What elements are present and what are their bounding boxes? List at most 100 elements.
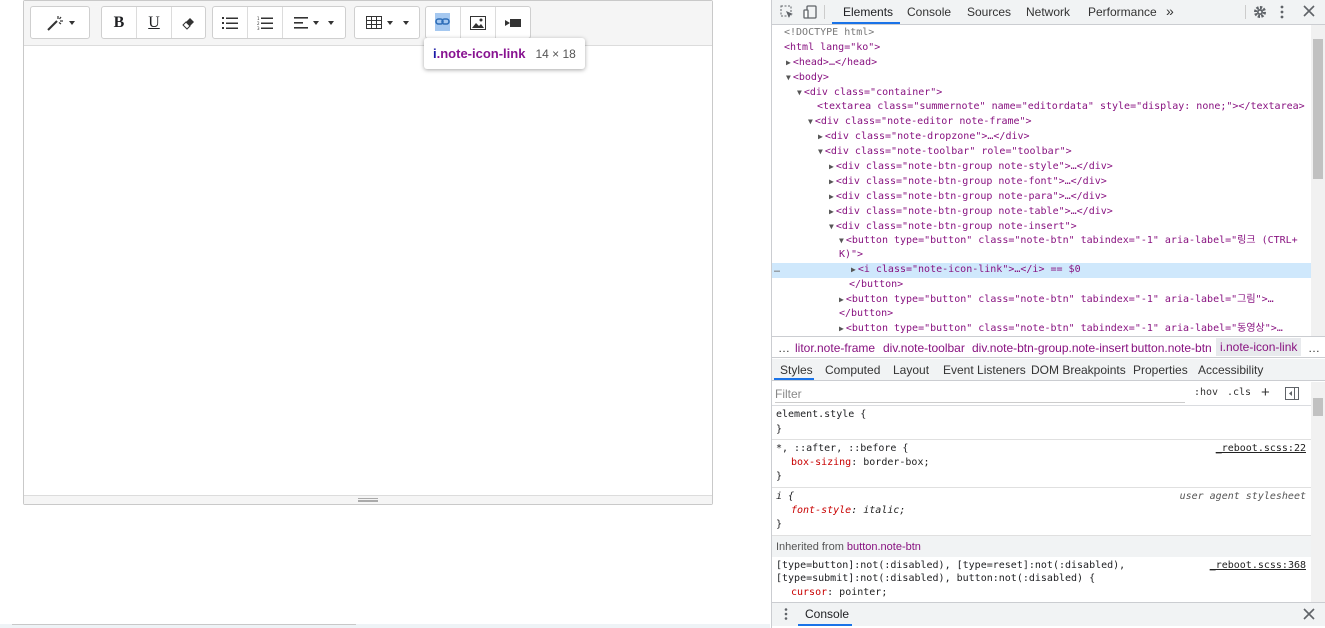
editable-area[interactable] [24, 46, 712, 496]
rule-selector[interactable]: element.style { [776, 408, 866, 422]
drawer-menu-icon[interactable] [784, 608, 788, 622]
inspect-element-icon[interactable] [780, 5, 794, 21]
expand-triangle-icon[interactable]: ▶ [851, 265, 856, 274]
scrollbar-thumb[interactable] [1313, 39, 1323, 179]
dom-node[interactable]: ▼ <div class="container"> [772, 86, 1312, 101]
style-declaration[interactable]: font-style: italic; [791, 504, 905, 518]
dom-node[interactable]: ▶ <head>…</head> [772, 56, 1312, 71]
dom-node[interactable]: <html lang="ko"> [772, 41, 1312, 56]
toggle-sidebar-icon[interactable] [1285, 387, 1299, 402]
more-tabs-button[interactable]: » [1166, 3, 1174, 19]
collapse-triangle-icon[interactable]: ▼ [818, 147, 823, 156]
unordered-list-button[interactable] [213, 7, 248, 38]
dom-node[interactable]: ▶ <div class="note-btn-group note-para">…… [772, 190, 1312, 205]
new-style-rule-button[interactable]: + [1261, 384, 1270, 401]
style-declaration[interactable]: cursor: pointer; [791, 586, 887, 600]
dom-node[interactable]: ▼ <body> [772, 71, 1312, 86]
clear-format-button[interactable] [172, 7, 205, 38]
devtools-tabbar: Elements Console Sources Network Perform… [772, 0, 1325, 25]
close-icon[interactable] [1303, 608, 1315, 622]
dom-node[interactable]: ▶ <div class="note-btn-group note-style">… [772, 160, 1312, 175]
expand-triangle-icon[interactable]: ▶ [829, 162, 834, 171]
dom-node[interactable]: <!DOCTYPE html> [772, 26, 1312, 41]
styles-scrollbar[interactable] [1311, 382, 1325, 602]
rule-selector-cont[interactable]: [type=submit]:not(:disabled), button:not… [776, 572, 1095, 586]
rule-selector[interactable]: *, ::after, ::before { [776, 442, 908, 456]
collapse-triangle-icon[interactable]: ▼ [829, 222, 834, 231]
class-toggle[interactable]: .cls [1227, 387, 1251, 398]
collapse-triangle-icon[interactable]: ▼ [839, 236, 844, 245]
dom-node[interactable]: ▼ <button type="button" class="note-btn" … [772, 234, 1312, 249]
breadcrumb-item[interactable]: div.note-toolbar [883, 341, 965, 355]
breadcrumb-overflow-left[interactable]: … [778, 341, 790, 355]
video-button[interactable] [496, 7, 530, 38]
settings-gear-icon[interactable] [1253, 5, 1267, 21]
tab-styles[interactable]: Styles [780, 363, 813, 377]
breadcrumb-item-active[interactable]: i.note-icon-link [1216, 338, 1302, 356]
kebab-menu-icon[interactable] [1279, 5, 1285, 21]
tab-dom-breakpoints[interactable]: DOM Breakpoints [1031, 363, 1126, 377]
underline-button[interactable]: U [137, 7, 172, 38]
tab-network[interactable]: Network [1026, 5, 1070, 19]
dom-node[interactable]: ▼ <div class="note-editor note-frame"> [772, 115, 1312, 130]
expand-triangle-icon[interactable]: ▶ [829, 192, 834, 201]
dom-node[interactable]: ▶ <div class="note-dropzone">…</div> [772, 130, 1312, 145]
rule-source-link[interactable]: _reboot.scss:22 [1216, 442, 1306, 456]
node-actions-ellipsis[interactable]: … [774, 263, 851, 278]
dom-scrollbar[interactable] [1311, 25, 1325, 336]
expand-triangle-icon[interactable]: ▶ [839, 324, 844, 333]
dom-node-selected[interactable]: … ▶ <i class="note-icon-link">…</i> == $0 [772, 263, 1312, 278]
breadcrumb-overflow-right[interactable]: … [1308, 341, 1320, 355]
dom-node[interactable]: ▶ <div class="note-btn-group note-table">… [772, 205, 1312, 220]
expand-triangle-icon[interactable]: ▶ [839, 295, 844, 304]
close-icon[interactable] [1303, 5, 1315, 19]
rule-selector[interactable]: i { [776, 490, 794, 504]
inherited-from-link[interactable]: button.note-btn [847, 541, 921, 553]
expand-triangle-icon[interactable]: ▶ [786, 58, 791, 67]
collapse-triangle-icon[interactable]: ▼ [786, 73, 791, 82]
breadcrumb-item[interactable]: button.note-btn [1131, 341, 1212, 355]
breadcrumb-item[interactable]: div.note-btn-group.note-insert [972, 341, 1129, 355]
ordered-list-button[interactable]: 1 2 3 [248, 7, 283, 38]
tab-event-listeners[interactable]: Event Listeners [943, 363, 1026, 377]
dom-node[interactable]: </button> [772, 307, 1312, 322]
rule-selector[interactable]: [type=button]:not(:disabled), [type=rese… [776, 559, 1125, 573]
tab-layout[interactable]: Layout [893, 363, 929, 377]
tab-sources[interactable]: Sources [967, 5, 1011, 19]
style-dropdown-button[interactable] [31, 7, 89, 38]
dom-node[interactable]: K)"> [772, 248, 1312, 263]
device-toolbar-icon[interactable] [803, 5, 817, 21]
rule-source-link[interactable]: _reboot.scss:368 [1210, 559, 1306, 573]
tab-properties[interactable]: Properties [1133, 363, 1188, 377]
bold-button[interactable]: B [102, 7, 137, 38]
drawer-tab-console[interactable]: Console [805, 607, 849, 621]
tab-computed[interactable]: Computed [825, 363, 880, 377]
styles-filter-input[interactable] [775, 385, 1185, 403]
tab-elements[interactable]: Elements [843, 5, 893, 19]
style-rule-i: i { user agent stylesheet font-style: it… [772, 489, 1312, 536]
expand-triangle-icon[interactable]: ▶ [818, 132, 823, 141]
dom-node[interactable]: ▶ <button type="button" class="note-btn" … [772, 293, 1312, 308]
tab-accessibility[interactable]: Accessibility [1198, 363, 1263, 377]
expand-triangle-icon[interactable]: ▶ [829, 207, 834, 216]
dom-node[interactable]: </button> [772, 278, 1312, 293]
hover-state-toggle[interactable]: :hov [1194, 387, 1218, 398]
expand-triangle-icon[interactable]: ▶ [829, 177, 834, 186]
collapse-triangle-icon[interactable]: ▼ [808, 117, 813, 126]
dom-node[interactable]: ▼ <div class="note-toolbar" role="toolbar… [772, 145, 1312, 160]
tab-console[interactable]: Console [907, 5, 951, 19]
dom-node-text: <div class="note-btn-group note-para">…<… [835, 191, 1107, 202]
tab-performance[interactable]: Performance [1088, 5, 1157, 19]
collapse-triangle-icon[interactable]: ▼ [797, 88, 802, 97]
breadcrumb-item[interactable]: litor.note-frame [795, 341, 875, 355]
dom-node[interactable]: ▶ <div class="note-btn-group note-font">…… [772, 175, 1312, 190]
dom-node[interactable]: ▼ <div class="note-btn-group note-insert"… [772, 220, 1312, 235]
dom-node[interactable]: <textarea class="summernote" name="edito… [772, 100, 1312, 115]
picture-button[interactable] [461, 7, 496, 38]
paragraph-align-dropdown[interactable] [283, 7, 345, 38]
resize-handle[interactable] [358, 498, 378, 502]
scrollbar-thumb[interactable] [1313, 398, 1323, 416]
style-declaration[interactable]: box-sizing: border-box; [791, 456, 930, 470]
table-dropdown-button[interactable] [355, 7, 419, 38]
dom-node[interactable]: ▶ <button type="button" class="note-btn" … [772, 322, 1312, 336]
